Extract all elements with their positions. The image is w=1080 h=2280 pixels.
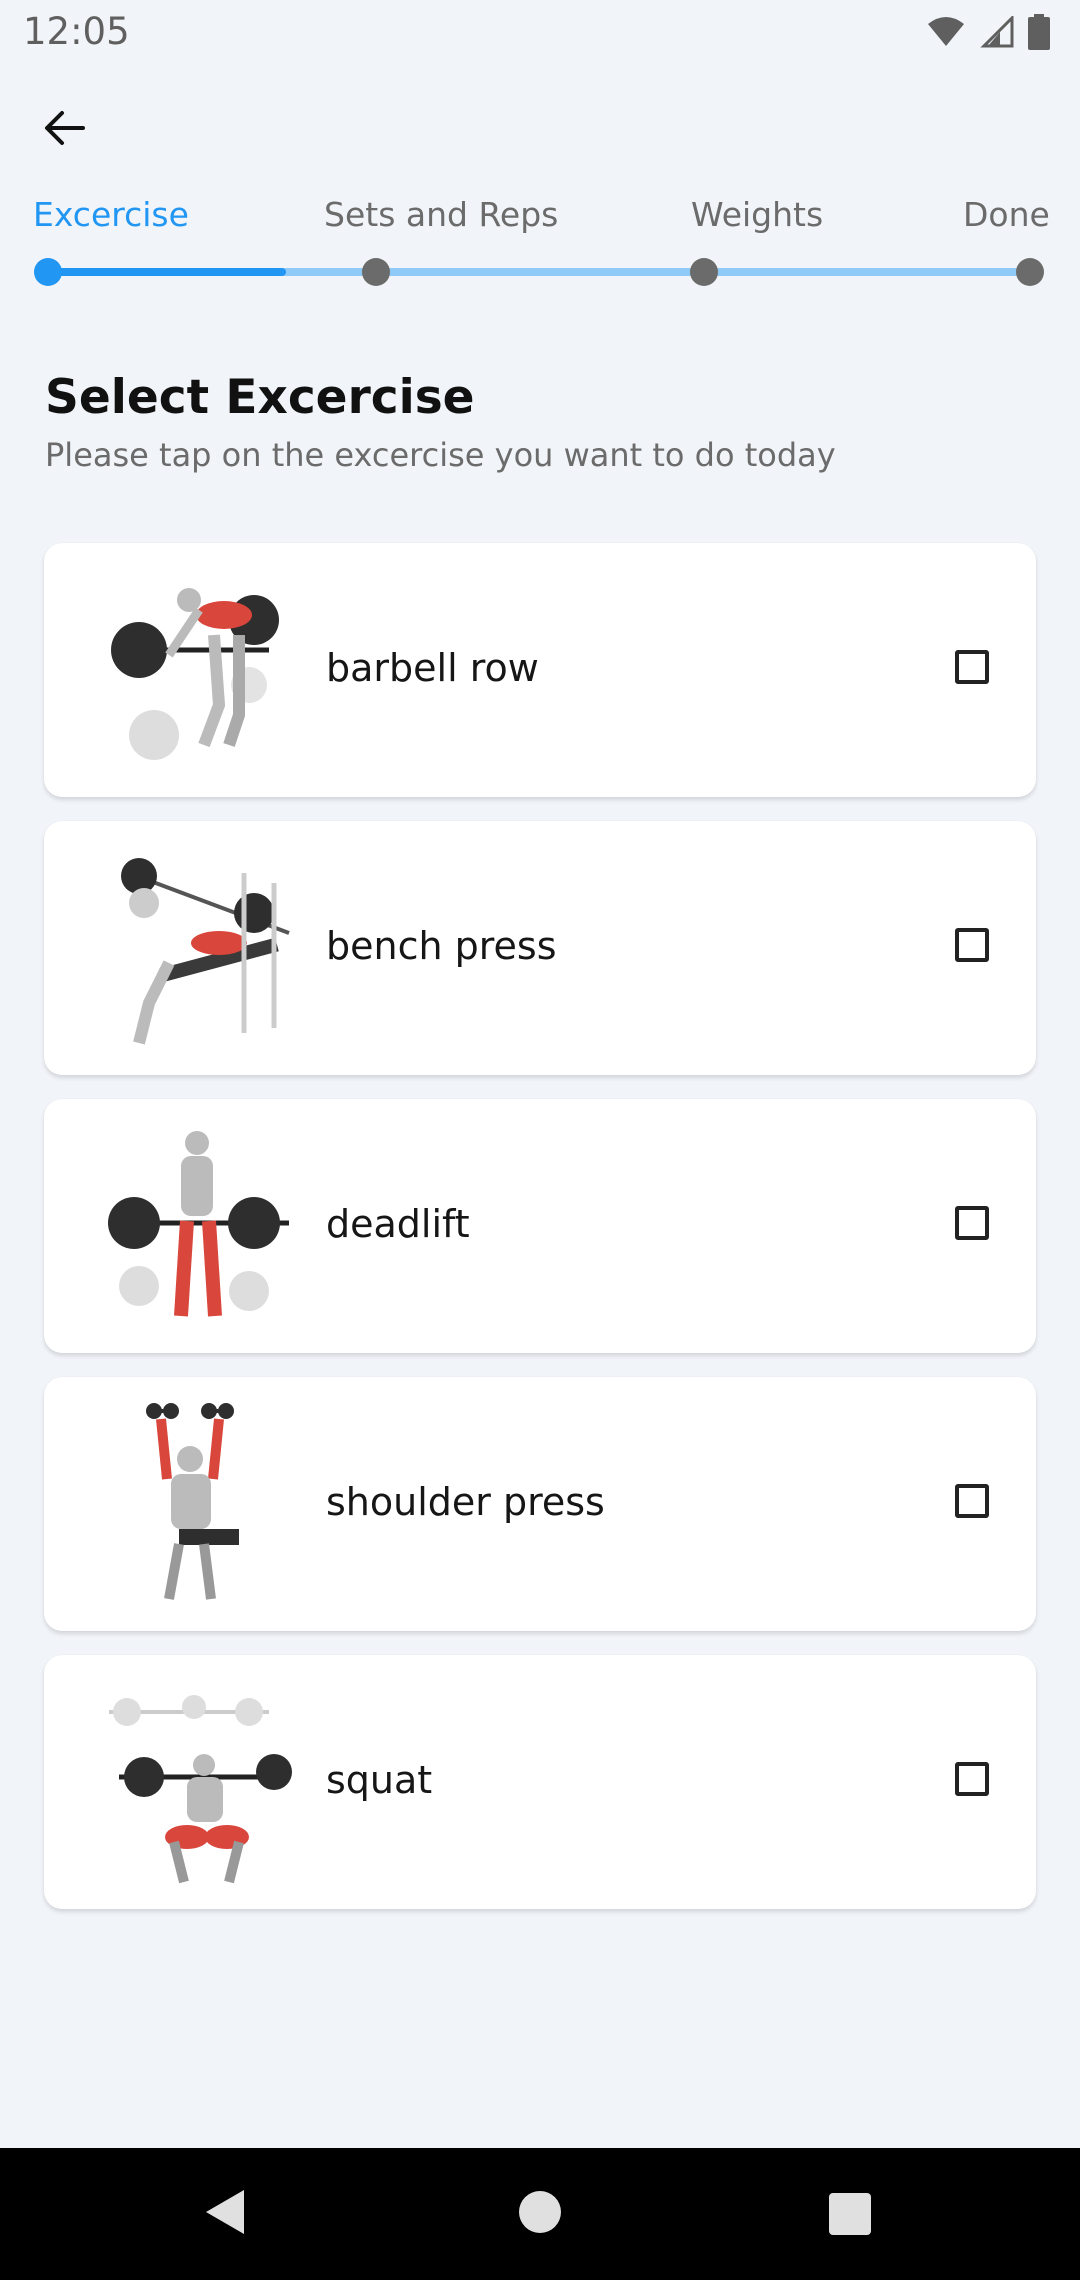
status-time: 12:05 xyxy=(23,10,130,53)
exercise-checkbox[interactable] xyxy=(955,1206,989,1240)
nav-back-icon[interactable] xyxy=(204,2188,246,2236)
deadlift-illustration xyxy=(108,1131,289,1317)
step-dot-done xyxy=(1016,258,1044,286)
nav-recents-icon[interactable] xyxy=(829,2193,871,2235)
exercise-checkbox[interactable] xyxy=(955,1484,989,1518)
squat-illustration xyxy=(109,1695,292,1884)
exercise-name: shoulder press xyxy=(326,1480,605,1524)
exercise-name: deadlift xyxy=(326,1202,470,1246)
step-label-weights[interactable]: Weights xyxy=(691,195,823,234)
exercise-card-barbell-row[interactable]: barbell row xyxy=(44,543,1036,797)
exercise-card-bench-press[interactable]: bench press xyxy=(44,821,1036,1075)
exercise-name: barbell row xyxy=(326,646,539,690)
step-label-sets-and-reps[interactable]: Sets and Reps xyxy=(324,195,558,234)
step-label-excercise[interactable]: Excercise xyxy=(33,195,189,234)
stepper-progress-fill xyxy=(48,268,286,276)
system-nav-bar xyxy=(0,2148,1080,2280)
bench-press-illustration xyxy=(121,858,290,1045)
step-dot-sets-and-reps xyxy=(362,258,390,286)
status-bar: 12:05 xyxy=(0,0,1080,66)
exercise-card-shoulder-press[interactable]: shoulder press xyxy=(44,1377,1036,1631)
arrow-left-icon xyxy=(45,111,85,145)
exercise-card-deadlift[interactable]: deadlift xyxy=(44,1099,1036,1353)
exercise-name: bench press xyxy=(326,924,557,968)
shoulder-press-illustration xyxy=(146,1403,239,1600)
exercise-checkbox[interactable] xyxy=(955,1762,989,1796)
back-button[interactable] xyxy=(30,94,98,162)
battery-icon xyxy=(1028,14,1050,50)
step-dot-weights xyxy=(690,258,718,286)
stepper-labels: Excercise Sets and Reps Weights Done xyxy=(0,195,1080,245)
exercise-card-squat[interactable]: squat xyxy=(44,1655,1036,1909)
exercise-checkbox[interactable] xyxy=(955,650,989,684)
nav-home-icon[interactable] xyxy=(519,2191,561,2233)
cell-signal-icon xyxy=(980,16,1014,48)
exercise-list: barbell row bench press deadlift shoulde… xyxy=(44,543,1036,1933)
status-icons xyxy=(926,14,1050,50)
wifi-icon xyxy=(928,17,964,46)
page-title: Select Excercise xyxy=(45,370,475,425)
barbell-row-illustration xyxy=(111,588,279,760)
exercise-checkbox[interactable] xyxy=(955,928,989,962)
page-subtitle: Please tap on the excercise you want to … xyxy=(45,436,836,474)
exercise-name: squat xyxy=(326,1758,433,1802)
step-label-done[interactable]: Done xyxy=(963,195,1050,234)
step-dot-excercise xyxy=(34,258,62,286)
